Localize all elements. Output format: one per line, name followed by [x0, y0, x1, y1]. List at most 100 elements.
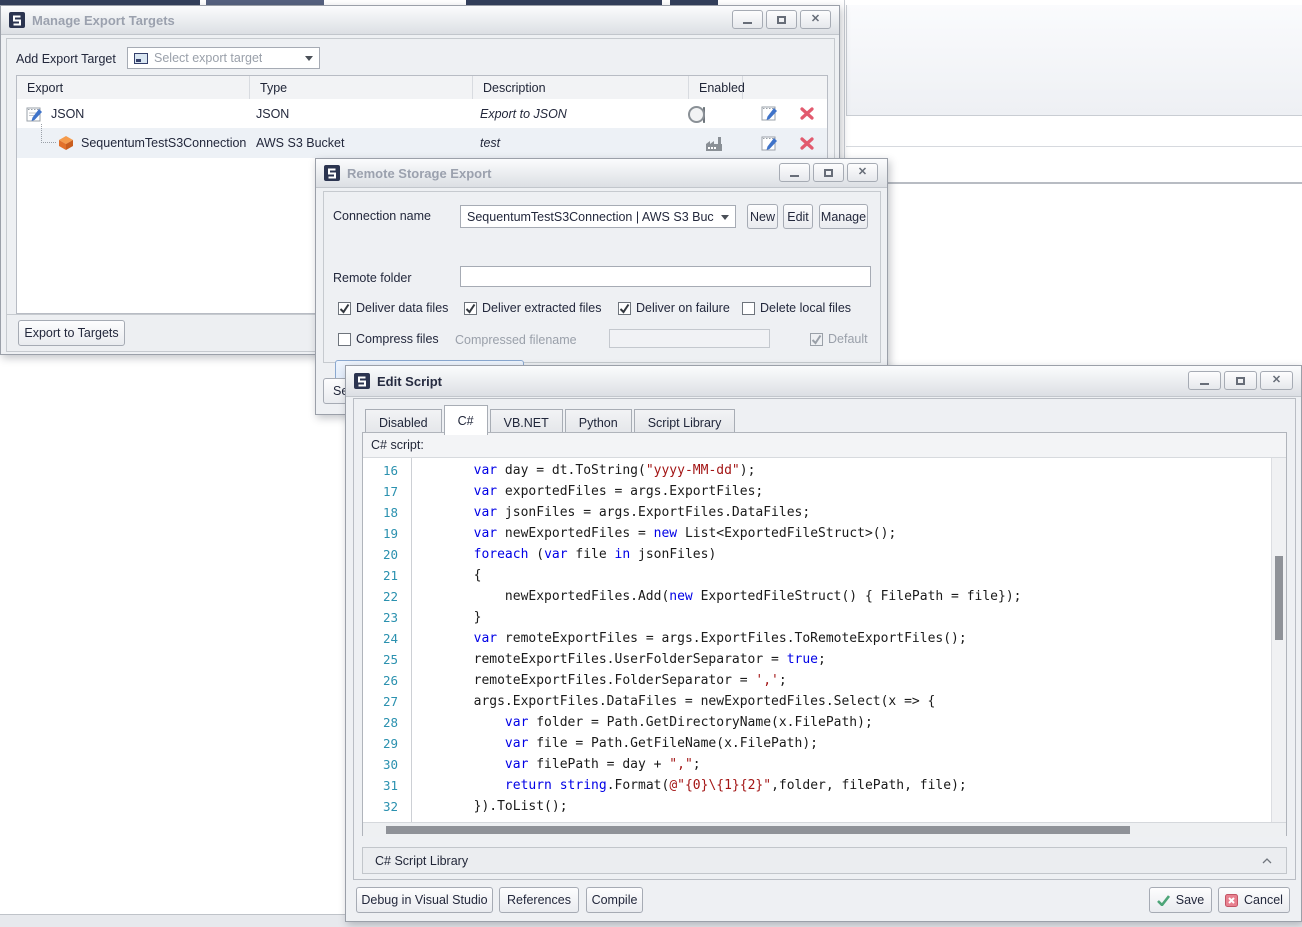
- compile-button[interactable]: Compile: [586, 887, 643, 913]
- code-line: 28 var folder = Path.GetDirectoryName(x.…: [363, 712, 1286, 733]
- sequentum-logo-icon: [324, 165, 340, 181]
- export-type: AWS S3 Bucket: [256, 136, 344, 150]
- code-line: 18 var jsonFiles = args.ExportFiles.Data…: [363, 502, 1286, 523]
- minimize-button[interactable]: [732, 10, 763, 29]
- debug-in-visual-studio-button[interactable]: Debug in Visual Studio: [356, 887, 493, 913]
- export-description: Export to JSON: [480, 107, 567, 121]
- code-line: 26 remoteExportFiles.FolderSeparator = '…: [363, 670, 1286, 691]
- code-line: 32 }).ToList();: [363, 796, 1286, 817]
- vertical-scrollbar[interactable]: [1271, 458, 1286, 822]
- code-line: 19 var newExportedFiles = new List<Expor…: [363, 523, 1286, 544]
- background-window-panel: [846, 5, 1302, 116]
- export-type: JSON: [256, 107, 289, 121]
- export-name: SequentumTestS3Connection: [81, 136, 246, 150]
- close-button[interactable]: ✕: [847, 163, 878, 182]
- save-button[interactable]: Save: [1149, 887, 1212, 913]
- code-lines: 16 var day = dt.ToString("yyyy-MM-dd");1…: [363, 458, 1286, 817]
- code-line: 30 var filePath = day + ",";: [363, 754, 1286, 775]
- column-header-actions: [743, 76, 829, 99]
- cancel-x-icon: [1225, 894, 1238, 907]
- column-header-enabled[interactable]: Enabled: [689, 76, 743, 99]
- gutter-separator: [411, 458, 412, 822]
- edit-script-window: Edit Script ✕ Disabled C# VB.NET Python …: [345, 365, 1302, 922]
- code-line: 25 remoteExportFiles.UserFolderSeparator…: [363, 649, 1286, 670]
- enabled-toggle[interactable]: [703, 108, 705, 122]
- deliver-data-files-checkbox[interactable]: Deliver data files: [338, 301, 448, 315]
- code-line: 21 {: [363, 565, 1286, 586]
- table-row[interactable]: JSON JSON Export to JSON: [17, 99, 827, 128]
- cancel-button[interactable]: Cancel: [1218, 887, 1290, 913]
- compressed-filename-label: Compressed filename: [455, 333, 577, 347]
- script-tab-strip: Disabled C# VB.NET Python Script Library: [365, 405, 737, 435]
- add-export-target-label: Add Export Target: [16, 52, 116, 66]
- script-window-titlebar[interactable]: Edit Script ✕: [346, 366, 1301, 397]
- remote-window-titlebar[interactable]: Remote Storage Export ✕: [316, 159, 887, 188]
- json-file-icon: [25, 105, 43, 126]
- code-line: 27 args.ExportFiles.DataFiles = newExpor…: [363, 691, 1286, 712]
- code-line: 20 foreach (var file in jsonFiles): [363, 544, 1286, 565]
- deliver-on-failure-checkbox[interactable]: Deliver on failure: [618, 301, 730, 315]
- remote-folder-input[interactable]: [460, 266, 871, 287]
- connection-name-dropdown[interactable]: SequentumTestS3Connection | AWS S3 Buc: [460, 205, 736, 228]
- column-header-description[interactable]: Description: [473, 76, 689, 99]
- close-button[interactable]: ✕: [1260, 371, 1293, 390]
- sequentum-logo-icon: [354, 373, 370, 389]
- delete-icon[interactable]: [800, 137, 814, 153]
- tree-connector: [41, 124, 56, 143]
- chevron-up-icon[interactable]: [1262, 858, 1272, 864]
- script-editor-groupbox: C# script: 16 var day = dt.ToString("yyy…: [362, 432, 1287, 836]
- default-checkbox[interactable]: Default: [810, 332, 868, 346]
- table-header-row: Export Type Description Enabled: [17, 76, 827, 100]
- manage-window-titlebar[interactable]: Manage Export Targets ✕: [1, 6, 839, 35]
- manage-connections-button[interactable]: Manage: [819, 204, 868, 229]
- horizontal-scrollbar-thumb[interactable]: [386, 826, 1130, 834]
- remote-content-panel: Connection name SequentumTestS3Connectio…: [323, 191, 881, 363]
- code-line: 16 var day = dt.ToString("yyyy-MM-dd");: [363, 460, 1286, 481]
- maximize-button[interactable]: [766, 10, 797, 29]
- close-button[interactable]: ✕: [800, 10, 831, 29]
- export-description: test: [480, 136, 500, 150]
- export-name: JSON: [51, 107, 84, 121]
- export-to-targets-button[interactable]: Export to Targets: [18, 320, 125, 346]
- deliver-extracted-files-checkbox[interactable]: Deliver extracted files: [464, 301, 602, 315]
- column-header-type[interactable]: Type: [250, 76, 473, 99]
- edit-icon[interactable]: [760, 104, 778, 125]
- chevron-down-icon: [305, 56, 313, 61]
- horizontal-scrollbar[interactable]: [363, 822, 1286, 837]
- window-title: Remote Storage Export: [347, 166, 491, 181]
- minimize-button[interactable]: [779, 163, 810, 182]
- background-window-line: [888, 182, 1302, 184]
- chevron-down-icon: [721, 215, 729, 220]
- export-target-form-icon: [134, 53, 148, 64]
- maximize-button[interactable]: [1224, 371, 1257, 390]
- compress-files-checkbox[interactable]: Compress files: [338, 332, 439, 346]
- code-line: 22 newExportedFiles.Add(new ExportedFile…: [363, 586, 1286, 607]
- code-line: 29 var file = Path.GetFileName(x.FilePat…: [363, 733, 1286, 754]
- select-export-target-dropdown[interactable]: Select export target: [127, 47, 320, 69]
- delete-icon[interactable]: [800, 107, 814, 123]
- maximize-button[interactable]: [813, 163, 844, 182]
- delete-local-files-checkbox[interactable]: Delete local files: [742, 301, 851, 315]
- new-connection-button[interactable]: New: [747, 204, 778, 229]
- minimize-button[interactable]: [1188, 371, 1221, 390]
- code-line: 17 var exportedFiles = args.ExportFiles;: [363, 481, 1286, 502]
- script-content-panel: Disabled C# VB.NET Python Script Library…: [353, 398, 1296, 880]
- script-library-label: C# Script Library: [375, 854, 468, 868]
- check-icon: [1157, 895, 1170, 906]
- references-button[interactable]: References: [499, 887, 579, 913]
- connection-name-value: SequentumTestS3Connection | AWS S3 Buc: [467, 210, 714, 224]
- vertical-scrollbar-thumb[interactable]: [1275, 556, 1283, 640]
- factory-icon: [704, 135, 724, 154]
- edit-icon[interactable]: [760, 134, 778, 155]
- script-library-bar[interactable]: C# Script Library: [362, 847, 1287, 874]
- compressed-filename-input[interactable]: [609, 329, 770, 348]
- tab-csharp[interactable]: C#: [444, 405, 488, 435]
- code-editor[interactable]: 16 var day = dt.ToString("yyyy-MM-dd");1…: [363, 458, 1286, 822]
- connection-name-label: Connection name: [333, 209, 431, 223]
- column-header-export[interactable]: Export: [17, 76, 250, 99]
- window-title: Edit Script: [377, 374, 442, 389]
- edit-connection-button[interactable]: Edit: [783, 204, 813, 229]
- select-export-target-placeholder: Select export target: [154, 51, 262, 65]
- code-line: 31 return string.Format(@"{0}\{1}{2}",fo…: [363, 775, 1286, 796]
- table-row[interactable]: SequentumTestS3Connection AWS S3 Bucket …: [17, 128, 827, 158]
